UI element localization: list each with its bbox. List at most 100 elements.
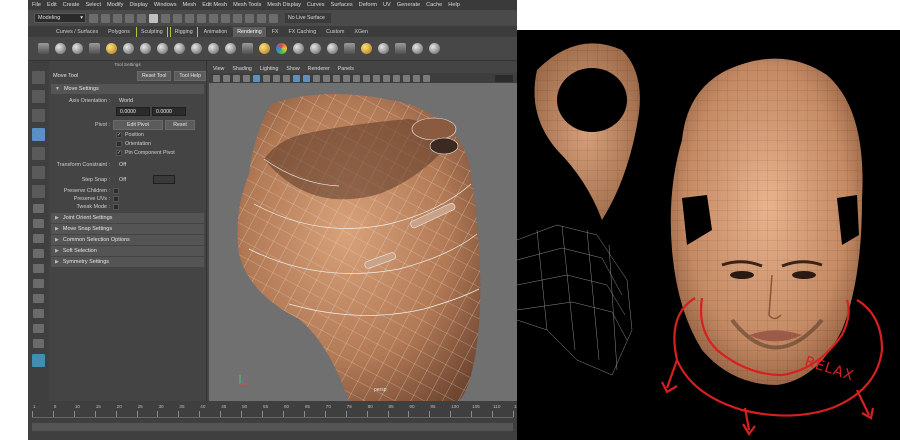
section-symmetry[interactable]: ▶ Symmetry Settings xyxy=(51,257,204,267)
menu-cache[interactable]: Cache xyxy=(426,2,442,8)
smooth-shade-icon[interactable] xyxy=(303,74,310,82)
position-checkbox[interactable]: ✓ xyxy=(116,131,122,138)
reset-pivot-button[interactable]: Reset xyxy=(165,119,195,130)
select-camera-icon[interactable] xyxy=(213,74,220,82)
menu-help[interactable]: Help xyxy=(448,2,460,8)
layout-four-icon[interactable] xyxy=(33,219,44,228)
motion-blur-icon[interactable] xyxy=(363,74,370,82)
shadows-icon[interactable] xyxy=(343,74,350,82)
render-globals-icon[interactable] xyxy=(344,43,355,54)
select-tool-icon[interactable] xyxy=(32,71,45,84)
shelf-extra-icon[interactable] xyxy=(429,43,440,54)
lights-icon[interactable] xyxy=(333,74,340,82)
live-surface-field[interactable]: No Live Surface xyxy=(285,13,331,23)
section-common-selection[interactable]: ▶ Common Selection Options xyxy=(51,235,204,245)
transform-constraint-dropdown[interactable]: Off xyxy=(113,162,126,168)
shelf-tab-sculpting[interactable]: Sculpting xyxy=(135,27,168,37)
section-soft-selection[interactable]: ▶ Soft Selection xyxy=(51,246,204,256)
vp-menu-panels[interactable]: Panels xyxy=(338,66,354,72)
render-settings-icon[interactable] xyxy=(269,13,278,23)
select-object-icon[interactable] xyxy=(161,13,170,23)
select-hierarchy-icon[interactable] xyxy=(149,13,158,23)
tool-help-button[interactable]: Tool Help xyxy=(174,71,206,81)
snap-grid-icon[interactable] xyxy=(185,13,194,23)
open-scene-icon[interactable] xyxy=(101,13,110,23)
snap-point-icon[interactable] xyxy=(209,13,218,23)
vp-menu-lighting[interactable]: Lighting xyxy=(260,66,279,72)
preserve-children-checkbox[interactable] xyxy=(113,188,119,194)
anti-alias-icon[interactable] xyxy=(373,74,380,82)
menu-edit[interactable]: Edit xyxy=(47,2,57,8)
reset-tool-button[interactable]: Reset Tool xyxy=(136,71,172,81)
area-light-icon[interactable] xyxy=(89,43,100,54)
spot-light-icon[interactable] xyxy=(106,43,117,54)
select-component-icon[interactable] xyxy=(173,13,182,23)
undo-icon[interactable] xyxy=(125,13,134,23)
shelf-tab-fx-caching[interactable]: FX Caching xyxy=(284,27,320,37)
vp-menu-renderer[interactable]: Renderer xyxy=(308,66,330,72)
layout-side-icon[interactable] xyxy=(33,234,44,243)
ibl-icon[interactable] xyxy=(412,43,423,54)
menu-deform[interactable]: Deform xyxy=(359,2,377,8)
phong-material-icon[interactable] xyxy=(174,43,185,54)
last-tool-icon[interactable] xyxy=(32,185,45,198)
shelf-tab-curves-surfaces[interactable]: Curves / Surfaces xyxy=(52,27,102,37)
viewport-panel[interactable]: View Shading Lighting Show Renderer Pane… xyxy=(209,64,517,401)
save-scene-icon[interactable] xyxy=(113,13,122,23)
shelf-tab-fx[interactable]: FX xyxy=(268,27,283,37)
menu-display[interactable]: Display xyxy=(129,2,147,8)
menu-mesh[interactable]: Mesh xyxy=(183,2,197,8)
menu-modify[interactable]: Modify xyxy=(107,2,123,8)
menu-curves[interactable]: Curves xyxy=(307,2,325,8)
point-light-icon[interactable] xyxy=(123,43,134,54)
ambient-occlusion-icon[interactable] xyxy=(353,74,360,82)
sphere-light-icon[interactable] xyxy=(55,43,66,54)
range-slider[interactable] xyxy=(32,423,513,431)
menu-surfaces[interactable]: Surfaces xyxy=(331,2,353,8)
shelf-tab-rendering[interactable]: Rendering xyxy=(233,27,266,37)
time-ruler[interactable]: 1 5 10 15 20 25 30 35 40 45 50 55 60 65 70 75 80 85 90 95 10… xyxy=(32,404,517,418)
color-ramp-icon[interactable] xyxy=(276,43,287,54)
new-scene-icon[interactable] xyxy=(89,13,98,23)
layout-custom-icon[interactable] xyxy=(33,324,44,333)
shelf-tab-polygons[interactable]: Polygons xyxy=(104,27,134,37)
shelf-settings-icon[interactable] xyxy=(38,43,49,54)
menu-generate[interactable]: Generate xyxy=(397,2,420,8)
bookmark-icon[interactable] xyxy=(233,74,240,82)
texture-icon[interactable] xyxy=(395,43,406,54)
menu-select[interactable]: Select xyxy=(85,2,101,8)
bake-icon[interactable] xyxy=(361,43,372,54)
menu-set-dropdown[interactable]: Modeling ▾ xyxy=(34,13,86,23)
exposure-field[interactable] xyxy=(495,75,513,82)
history-icon[interactable] xyxy=(233,13,242,23)
wireframe-icon[interactable] xyxy=(293,74,300,82)
scale-tool-icon[interactable] xyxy=(32,166,45,179)
render-layer-icon[interactable] xyxy=(310,43,321,54)
layout-outliner-icon[interactable] xyxy=(33,264,44,273)
shelf-tab-xgen[interactable]: XGen xyxy=(350,27,372,37)
camera-attributes-icon[interactable] xyxy=(223,74,230,82)
grid-icon[interactable] xyxy=(253,74,260,82)
axis-orientation-dropdown[interactable]: World xyxy=(113,98,133,104)
layout-stack-icon[interactable] xyxy=(33,249,44,258)
resolution-gate-icon[interactable] xyxy=(273,74,280,82)
tweak-mode-checkbox[interactable] xyxy=(113,204,119,210)
layout-graph-icon[interactable] xyxy=(33,279,44,288)
render-icon[interactable] xyxy=(245,13,254,23)
snap-curve-icon[interactable] xyxy=(197,13,206,23)
gate-mask-icon[interactable] xyxy=(283,74,290,82)
menu-file[interactable]: File xyxy=(32,2,41,8)
vp-menu-shading[interactable]: Shading xyxy=(232,66,251,72)
ipr-render-icon[interactable] xyxy=(257,13,266,23)
lasso-tool-icon[interactable] xyxy=(32,90,45,103)
axis-field-a[interactable]: 0.0000 xyxy=(116,107,150,116)
film-gate-icon[interactable] xyxy=(263,74,270,82)
layout-extra-icon[interactable] xyxy=(33,339,44,348)
menu-edit-mesh[interactable]: Edit Mesh xyxy=(202,2,227,8)
shelf-tab-rigging[interactable]: Rigging xyxy=(169,27,198,37)
menu-windows[interactable]: Windows xyxy=(154,2,177,8)
snap-surface-icon[interactable] xyxy=(221,13,230,23)
vp-menu-show[interactable]: Show xyxy=(286,66,299,72)
hypershade-icon[interactable] xyxy=(242,43,253,54)
axis-field-b[interactable]: 0.0000 xyxy=(152,107,186,116)
